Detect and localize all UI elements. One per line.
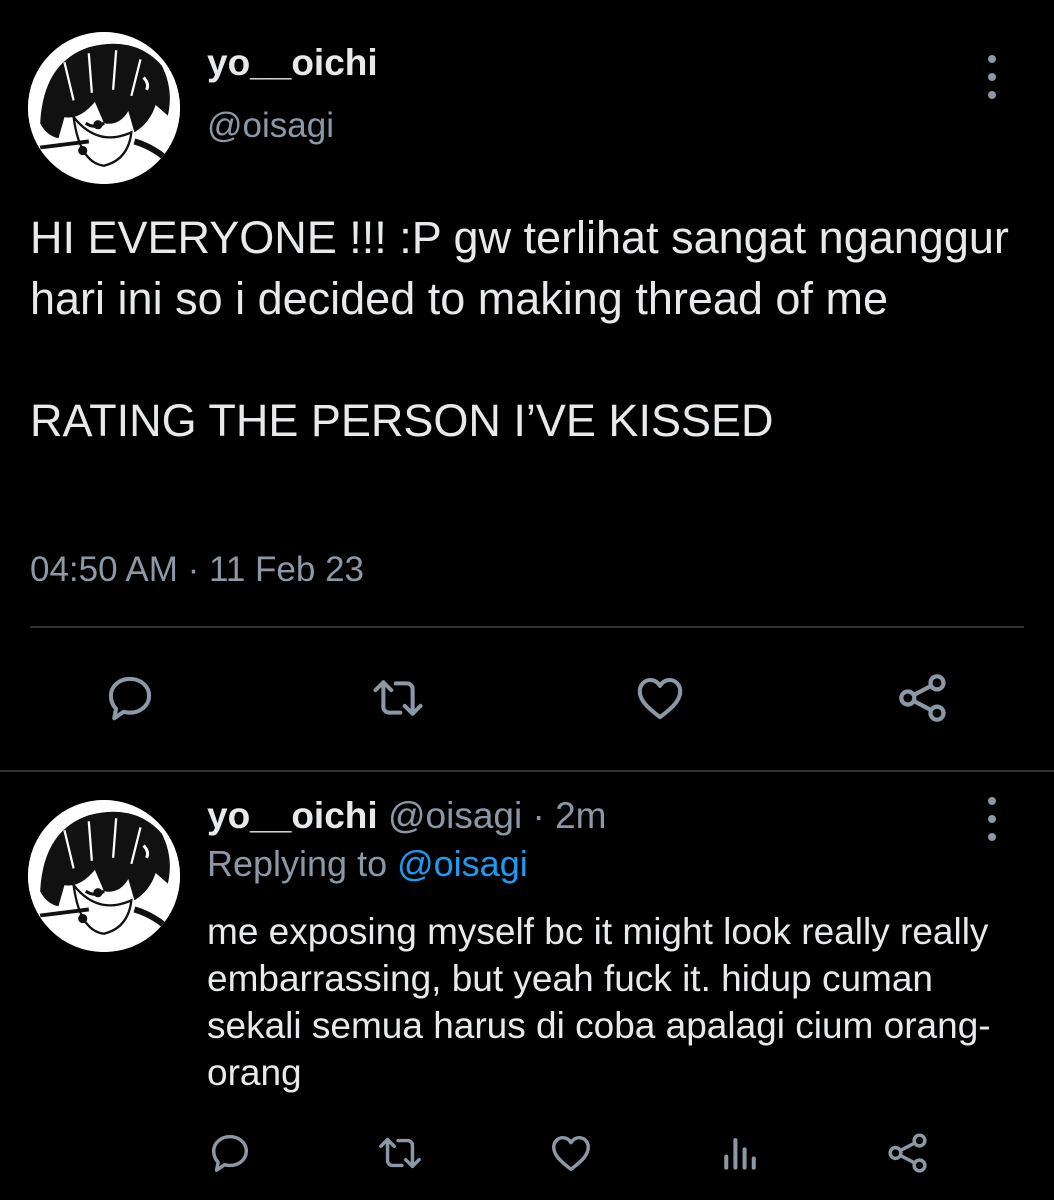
- divider: [30, 626, 1024, 628]
- mention-link[interactable]: @oisagi: [397, 843, 528, 884]
- reply-icon: [211, 1134, 249, 1172]
- reply-header: yo__oichi @oisagi · 2m: [207, 795, 606, 837]
- like-button[interactable]: [546, 1128, 596, 1178]
- display-name[interactable]: yo__oichi: [207, 42, 378, 84]
- share-icon: [888, 1133, 927, 1173]
- reply-meta: @oisagi · 2m: [377, 795, 607, 836]
- tweet-timestamp[interactable]: 04:50 AM · 11 Feb 23: [30, 550, 364, 590]
- more-vertical-icon[interactable]: [980, 55, 1004, 99]
- avatar-image: [28, 800, 180, 952]
- retweet-icon: [379, 1137, 421, 1169]
- replying-to: Replying to @oisagi: [207, 843, 528, 885]
- like-icon: [637, 677, 683, 720]
- avatar-image: [28, 32, 180, 184]
- reply-button[interactable]: [205, 1128, 255, 1178]
- share-icon: [899, 674, 946, 722]
- share-button[interactable]: [893, 668, 953, 728]
- reply-button[interactable]: [100, 668, 160, 728]
- analytics-button[interactable]: [715, 1128, 765, 1178]
- replying-to-label: Replying to: [207, 843, 398, 884]
- tweet-text: me exposing myself bc it might look real…: [207, 911, 991, 1093]
- user-avatar[interactable]: [28, 800, 180, 952]
- analytics-icon: [724, 1138, 756, 1170]
- retweet-button[interactable]: [365, 668, 431, 728]
- like-button[interactable]: [630, 668, 690, 728]
- retweet-icon: [373, 680, 423, 716]
- display-name[interactable]: yo__oichi: [207, 795, 378, 836]
- like-icon: [552, 1135, 590, 1172]
- reply-icon: [108, 676, 152, 721]
- user-handle[interactable]: @oisagi: [207, 106, 334, 146]
- share-button[interactable]: [883, 1128, 933, 1178]
- user-avatar[interactable]: [28, 32, 180, 184]
- retweet-button[interactable]: [372, 1128, 428, 1178]
- more-vertical-icon[interactable]: [980, 797, 1004, 841]
- divider: [0, 770, 1054, 772]
- tweet-text: HI EVERYONE !!! :P gw terlihat sangat ng…: [30, 212, 1009, 446]
